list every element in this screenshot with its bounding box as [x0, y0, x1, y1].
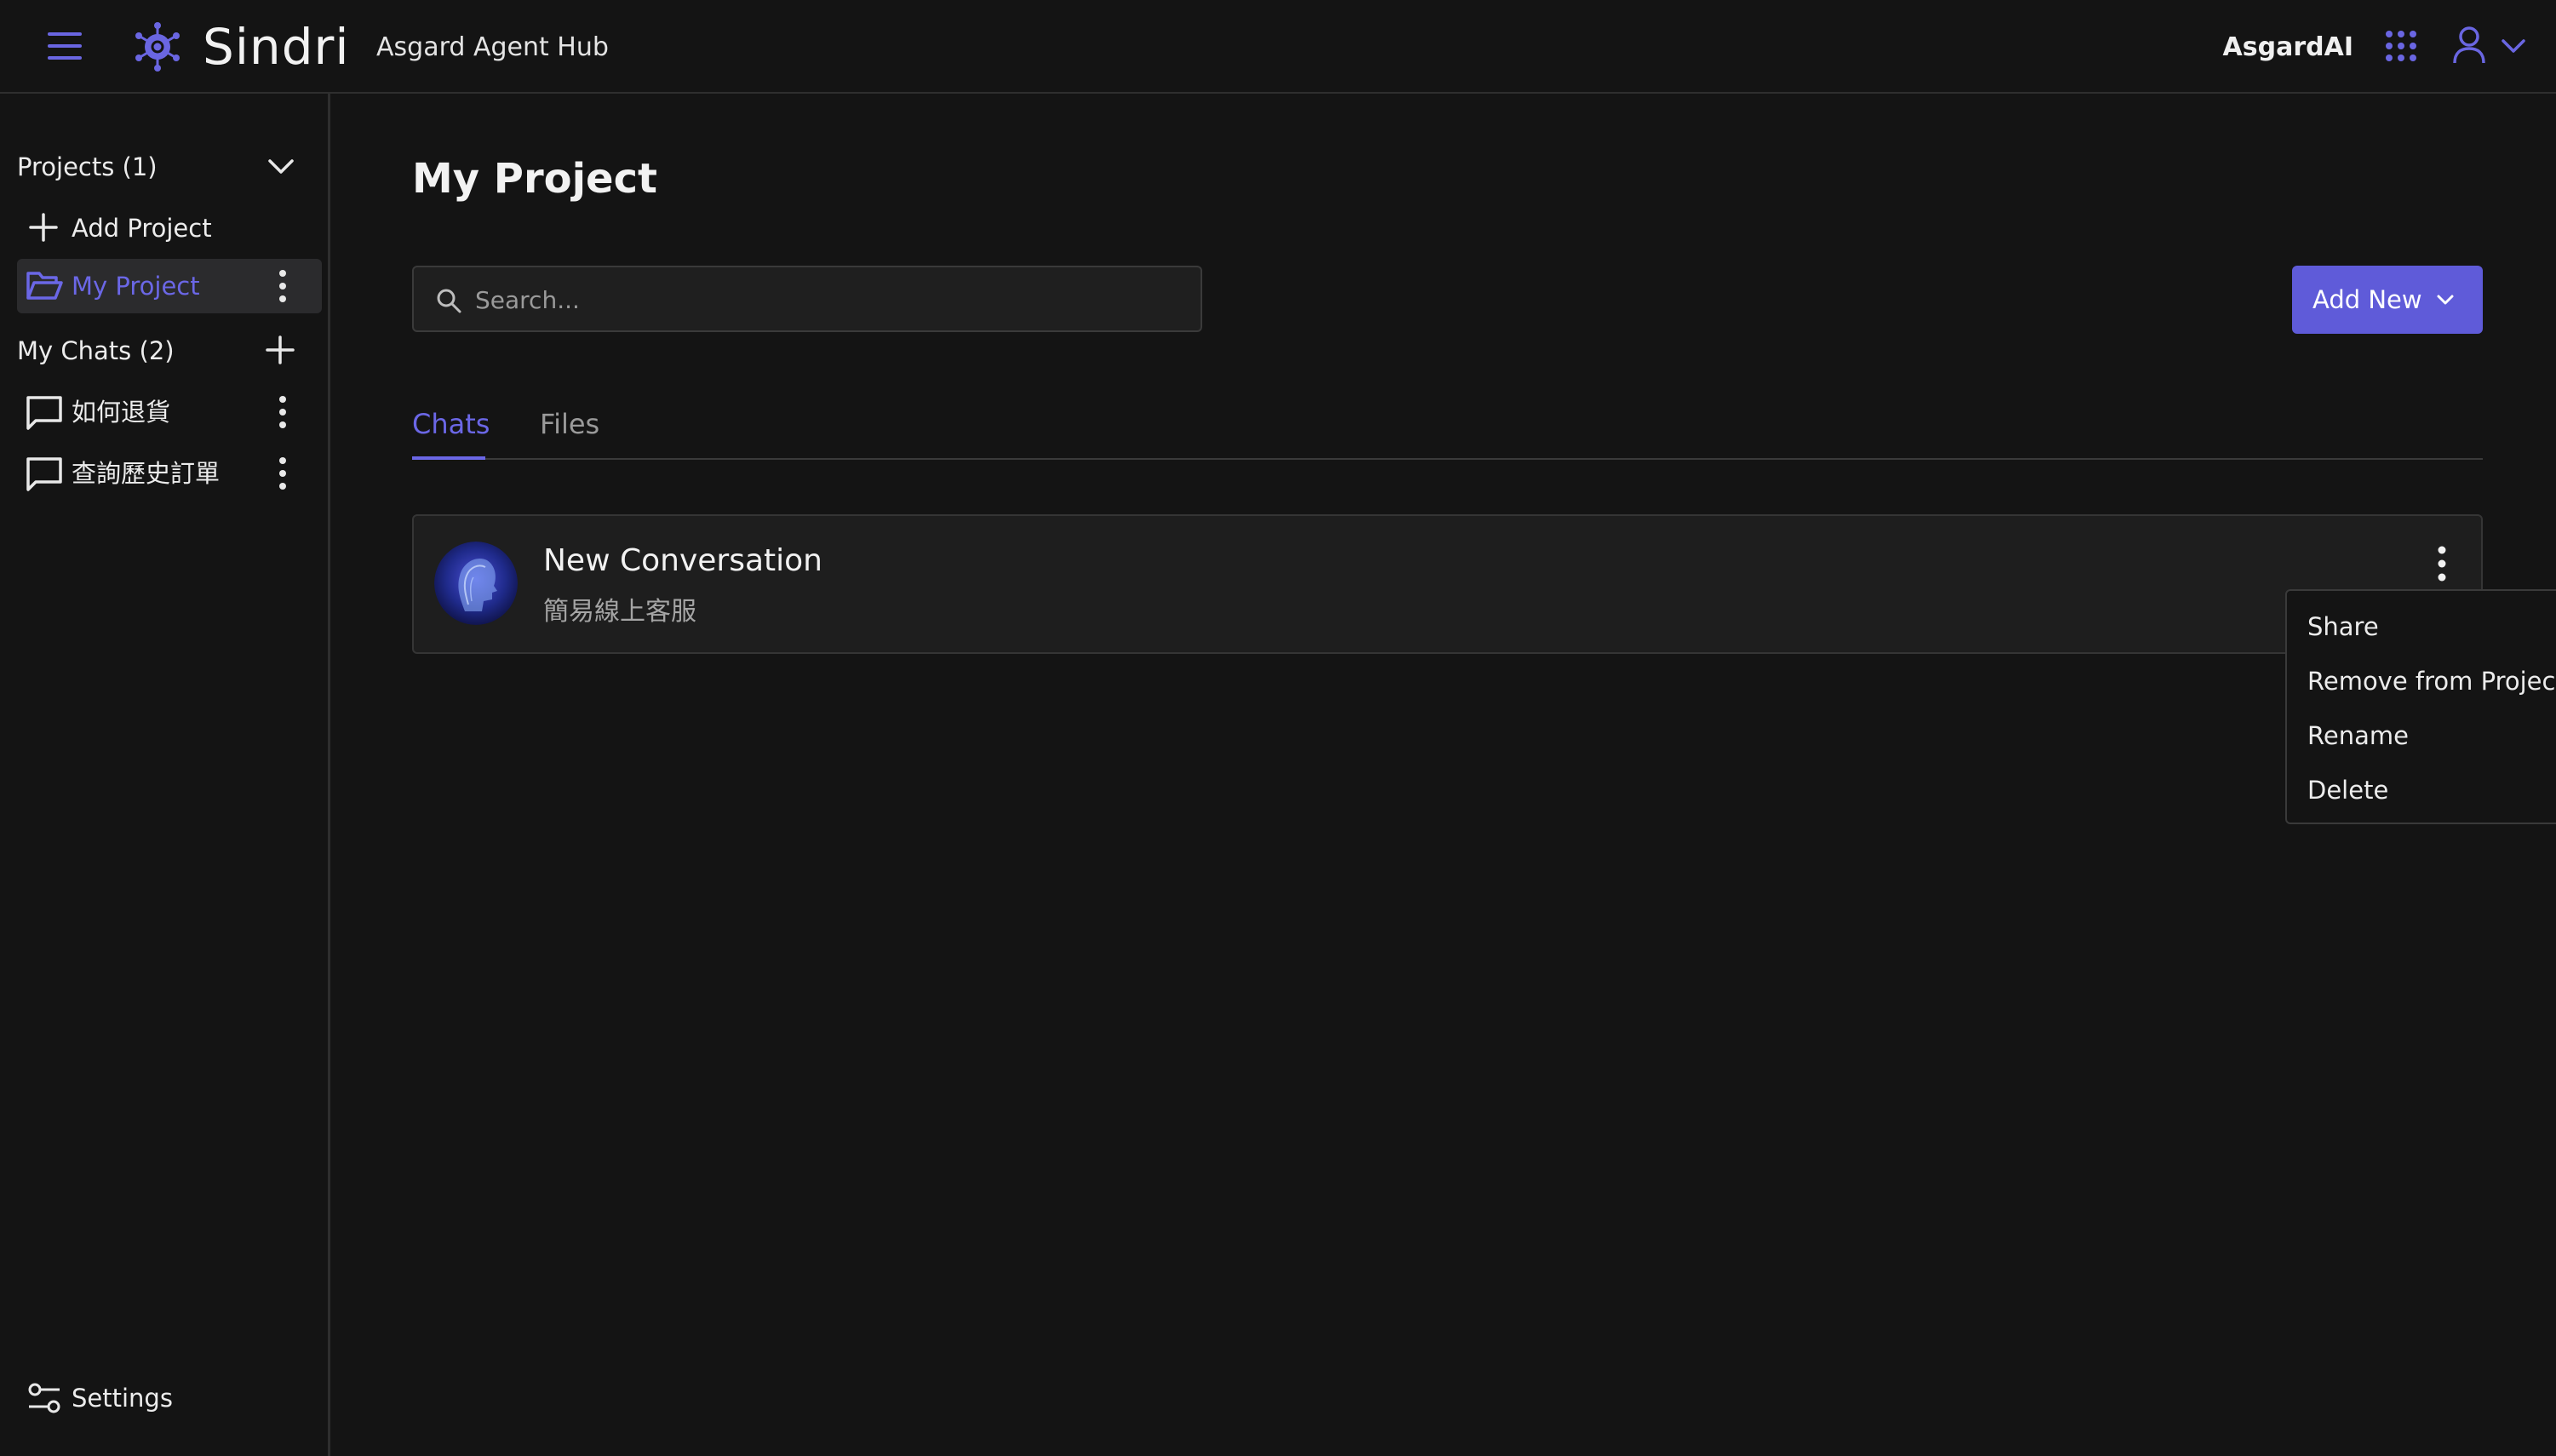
- sindri-logo-icon: [135, 22, 181, 72]
- tab-files[interactable]: Files: [540, 405, 599, 443]
- menu-item-share[interactable]: Share: [2307, 610, 2379, 644]
- settings-label: Settings: [72, 1384, 173, 1413]
- apps-grid-icon[interactable]: [2384, 29, 2418, 63]
- app-name: Asgard Agent Hub: [376, 32, 609, 62]
- sidebar: Projects (1) Add Project My Project My C…: [0, 94, 330, 1456]
- agent-avatar: [434, 542, 518, 625]
- active-tab-indicator: [412, 456, 485, 460]
- settings-sliders-icon: [27, 1381, 61, 1415]
- org-name[interactable]: AsgardAI: [2223, 31, 2353, 65]
- brand-name: Sindri: [203, 18, 350, 76]
- sidebar-item-chat[interactable]: 查詢歷史訂單: [0, 446, 330, 501]
- sidebar-item-chat[interactable]: 如何退貨: [0, 385, 330, 439]
- add-project-button[interactable]: Add Project: [0, 201, 330, 255]
- plus-icon: [29, 213, 58, 242]
- search-input[interactable]: [473, 278, 1183, 322]
- page-title: My Project: [412, 155, 657, 203]
- context-menu: Share Remove from Project Rename Delete: [2285, 589, 2556, 824]
- add-new-label: Add New: [2312, 285, 2422, 314]
- chevron-down-icon[interactable]: [2500, 34, 2527, 58]
- menu-item-rename[interactable]: Rename: [2307, 719, 2409, 753]
- sidebar-item-label: 如何退貨: [72, 398, 171, 427]
- tab-chats[interactable]: Chats: [412, 405, 490, 443]
- more-vertical-icon[interactable]: [2432, 543, 2452, 584]
- search-box[interactable]: [412, 266, 1202, 332]
- conversation-card[interactable]: New Conversation 簡易線上客服: [412, 514, 2483, 654]
- more-vertical-icon[interactable]: [278, 456, 288, 490]
- sidebar-item-label: My Project: [72, 272, 200, 301]
- projects-label: Projects (1): [17, 152, 158, 181]
- search-icon: [436, 288, 461, 313]
- projects-section-header[interactable]: Projects (1): [0, 140, 330, 194]
- menu-item-delete[interactable]: Delete: [2307, 773, 2388, 807]
- add-project-label: Add Project: [72, 214, 212, 243]
- chat-bubble-icon: [26, 456, 63, 492]
- settings-button[interactable]: Settings: [0, 1371, 330, 1425]
- sidebar-item-label: 查詢歷史訂單: [72, 459, 221, 488]
- hamburger-icon[interactable]: [46, 29, 83, 63]
- tabs-divider: [412, 458, 2483, 460]
- conversation-subtitle: 簡易線上客服: [543, 597, 696, 627]
- chats-section-header: My Chats (2): [0, 324, 330, 378]
- more-vertical-icon[interactable]: [278, 395, 288, 429]
- new-chat-plus-icon[interactable]: [266, 335, 295, 364]
- menu-item-remove-from-project[interactable]: Remove from Project: [2307, 664, 2556, 698]
- conversation-title: New Conversation: [543, 543, 822, 578]
- add-new-button[interactable]: Add New: [2292, 266, 2483, 334]
- user-icon[interactable]: [2452, 26, 2486, 65]
- sidebar-item-my-project[interactable]: My Project: [17, 259, 322, 313]
- more-vertical-icon[interactable]: [278, 269, 288, 303]
- chat-bubble-icon: [26, 395, 63, 431]
- chats-label: My Chats (2): [17, 336, 175, 365]
- top-bar: Sindri Asgard Agent Hub AsgardAI: [0, 0, 2556, 94]
- chevron-down-icon: [2435, 289, 2456, 310]
- chevron-down-icon[interactable]: [267, 157, 295, 177]
- folder-open-icon: [26, 269, 63, 301]
